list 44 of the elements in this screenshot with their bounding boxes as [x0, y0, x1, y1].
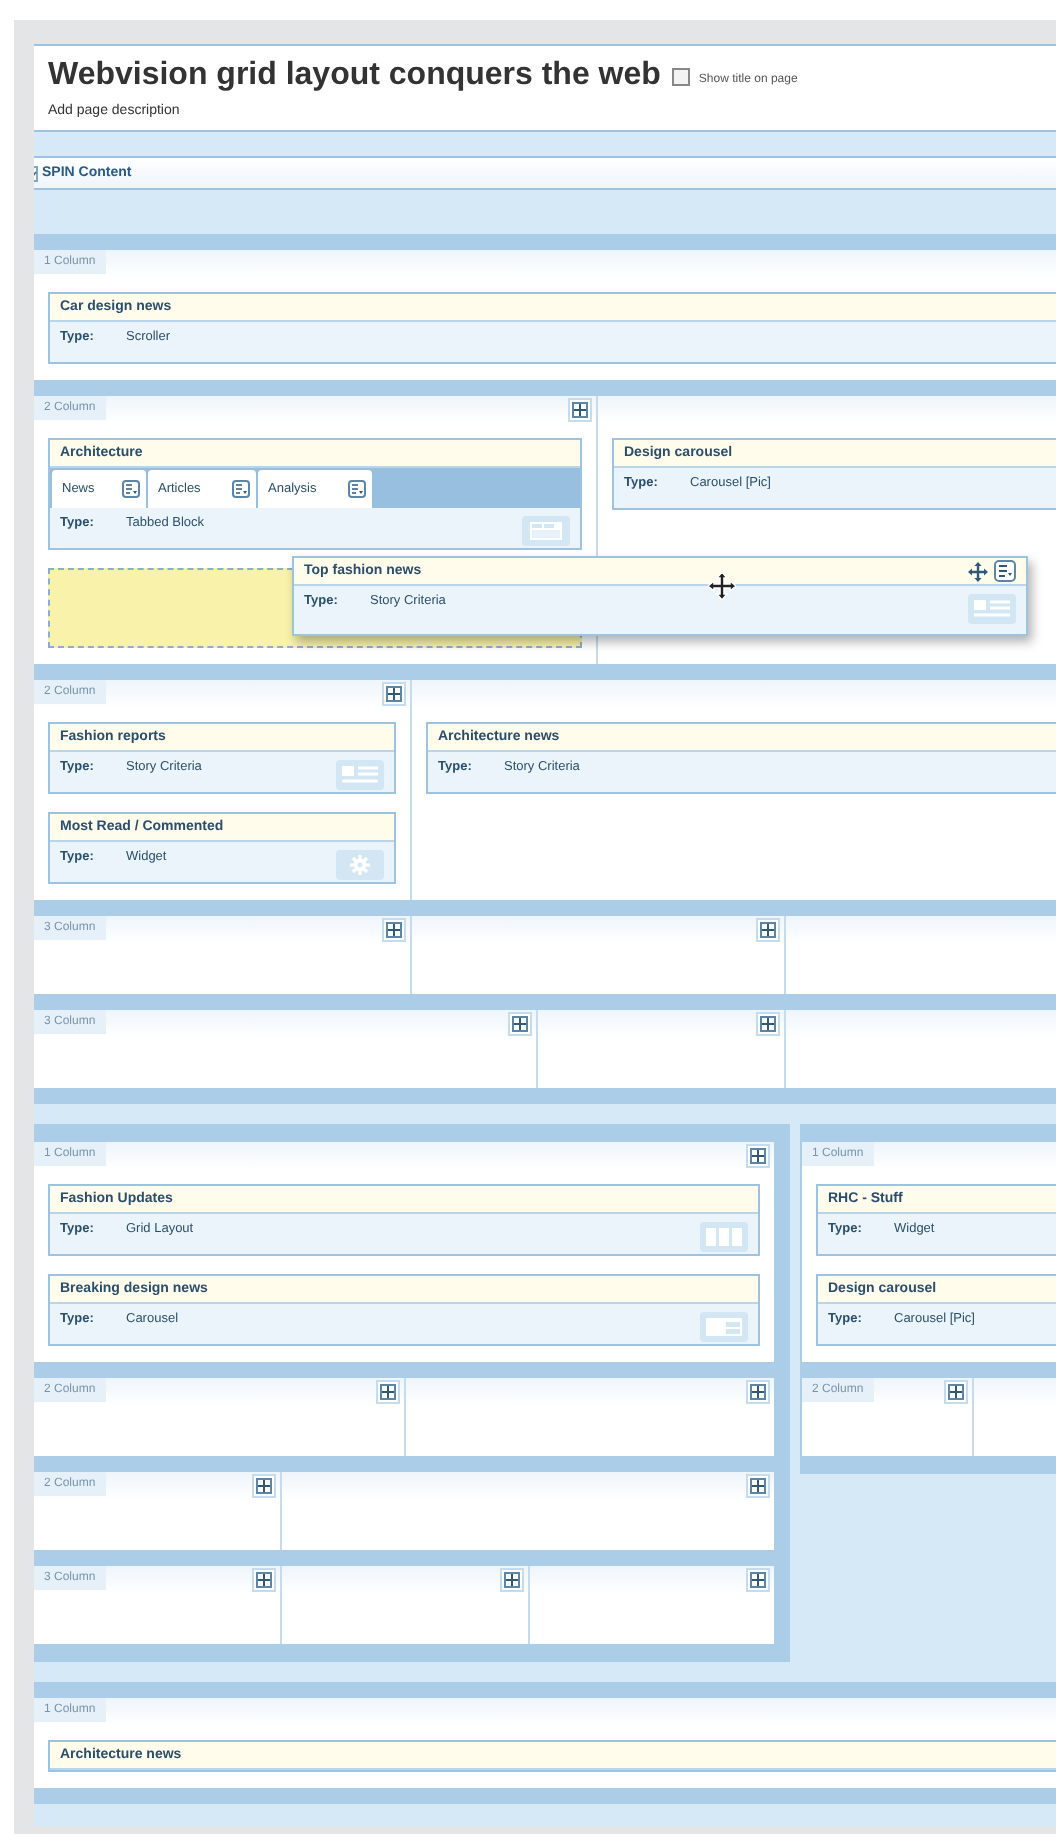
grid-layout-icon — [700, 1222, 748, 1252]
tab-menu-icon[interactable] — [232, 480, 250, 498]
tab-menu-icon[interactable] — [348, 480, 366, 498]
plus-icon — [256, 1478, 272, 1494]
plus-icon — [750, 1478, 766, 1494]
add-button[interactable] — [382, 682, 406, 706]
story-list-icon — [336, 760, 384, 790]
add-button[interactable] — [508, 1012, 532, 1036]
tabbed-block-icon — [522, 516, 570, 546]
carousel-icon — [700, 1312, 748, 1342]
add-button[interactable] — [382, 918, 406, 942]
plus-icon — [386, 922, 402, 938]
plus-icon — [750, 1572, 766, 1588]
tab-menu-icon[interactable] — [122, 480, 140, 498]
add-button[interactable] — [756, 918, 780, 942]
show-title-checkbox[interactable] — [672, 67, 691, 85]
add-button[interactable] — [252, 1474, 276, 1498]
add-button[interactable] — [944, 1380, 968, 1404]
plus-icon — [386, 686, 402, 702]
add-button[interactable] — [746, 1568, 770, 1592]
add-button[interactable] — [746, 1380, 770, 1404]
page-title: Webvision grid layout conquers the web — [48, 58, 661, 94]
add-button[interactable] — [756, 1012, 780, 1036]
plus-icon — [380, 1384, 396, 1400]
add-button[interactable] — [500, 1568, 524, 1592]
gear-icon — [336, 850, 384, 880]
move-cursor-icon — [708, 572, 736, 600]
plus-icon — [760, 1016, 776, 1032]
move-icon[interactable] — [968, 561, 988, 581]
plus-icon — [512, 1016, 528, 1032]
plus-icon — [750, 1384, 766, 1400]
add-button[interactable] — [746, 1144, 770, 1168]
add-button[interactable] — [376, 1380, 400, 1404]
story-list-icon — [968, 594, 1016, 624]
menu-icon[interactable] — [994, 560, 1016, 582]
add-button[interactable] — [746, 1474, 770, 1498]
add-button[interactable] — [568, 398, 592, 422]
plus-icon — [760, 922, 776, 938]
plus-icon — [948, 1384, 964, 1400]
plus-icon — [504, 1572, 520, 1588]
plus-icon — [256, 1572, 272, 1588]
add-button[interactable] — [252, 1568, 276, 1592]
plus-icon — [572, 402, 588, 418]
plus-icon — [750, 1148, 766, 1164]
